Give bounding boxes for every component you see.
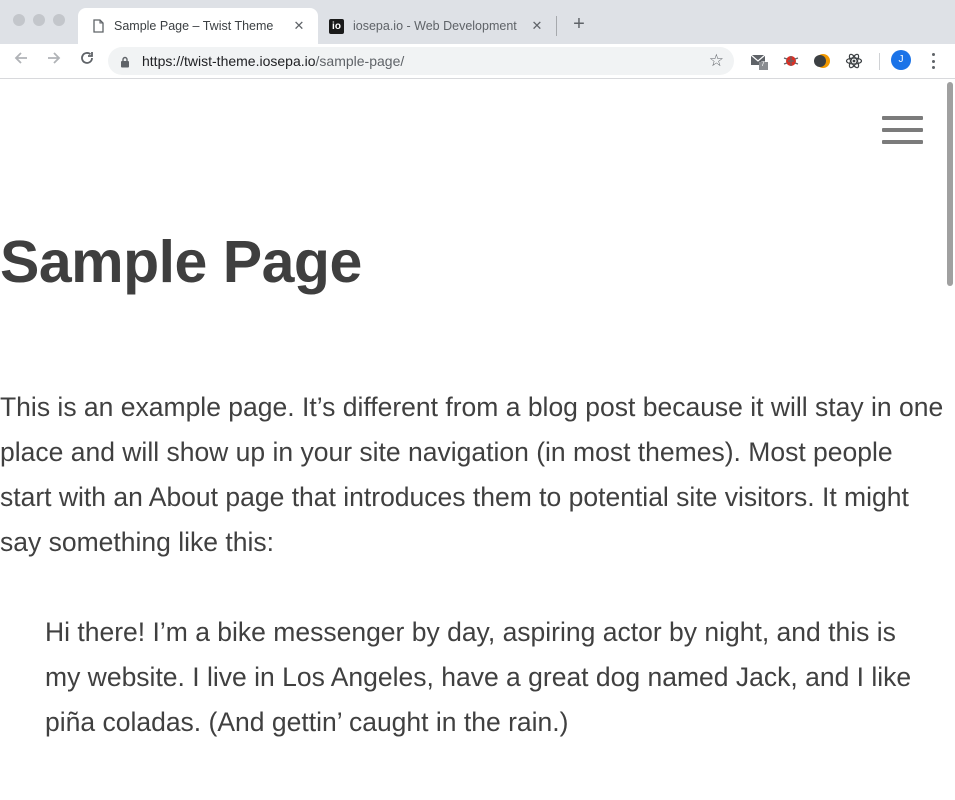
- tab-sample-page[interactable]: Sample Page – Twist Theme ✕: [78, 8, 318, 44]
- forward-arrow-icon[interactable]: [43, 50, 65, 72]
- tab-iosepa[interactable]: io iosepa.io - Web Development ✕: [320, 8, 556, 44]
- page-icon: [92, 19, 105, 34]
- url-host: https://twist-theme.iosepa.io: [142, 53, 316, 69]
- example-quote: Hi there! I’m a bike messenger by day, a…: [45, 617, 912, 737]
- back-arrow-icon[interactable]: [10, 50, 32, 72]
- window-close-button[interactable]: [13, 14, 25, 26]
- hamburger-menu-icon[interactable]: [882, 116, 923, 144]
- moon-extension-icon[interactable]: [814, 52, 832, 70]
- toolbar-divider: [879, 53, 880, 70]
- scrollbar-thumb[interactable]: [947, 82, 953, 286]
- page-title: Sample Page: [0, 229, 362, 295]
- kebab-menu-icon[interactable]: [926, 51, 940, 71]
- browser-toolbar: https://twist-theme.iosepa.io/sample-pag…: [0, 44, 955, 79]
- scrollbar[interactable]: [944, 79, 955, 800]
- tab-title: Sample Page – Twist Theme: [114, 19, 274, 33]
- tab-close-icon[interactable]: ✕: [288, 18, 310, 34]
- star-icon[interactable]: ☆: [709, 51, 724, 71]
- io-favicon: io: [329, 18, 344, 34]
- url-path: /sample-page/: [315, 53, 405, 69]
- browser-chrome: Sample Page – Twist Theme ✕ io iosepa.io…: [0, 0, 955, 79]
- url-text: https://twist-theme.iosepa.io/sample-pag…: [142, 53, 404, 69]
- page-viewport: Sample Page This is an example page. It’…: [0, 79, 955, 800]
- mail-badge: 7: [761, 61, 765, 68]
- window-maximize-button[interactable]: [53, 14, 65, 26]
- react-extension-icon[interactable]: [845, 52, 863, 70]
- tab-divider: [556, 16, 557, 36]
- profile-avatar[interactable]: J: [891, 50, 911, 70]
- mail-extension-icon[interactable]: 7: [750, 52, 768, 70]
- new-tab-button[interactable]: +: [569, 14, 589, 36]
- tab-strip: Sample Page – Twist Theme ✕ io iosepa.io…: [0, 0, 955, 44]
- window-minimize-button[interactable]: [33, 14, 45, 26]
- tab-close-icon[interactable]: ✕: [526, 18, 548, 34]
- lock-icon: [120, 55, 130, 73]
- reload-icon[interactable]: [76, 50, 98, 72]
- tab-title: iosepa.io - Web Development: [353, 19, 517, 33]
- intro-paragraph: This is an example page. It’s different …: [0, 392, 944, 557]
- address-bar[interactable]: https://twist-theme.iosepa.io/sample-pag…: [108, 47, 734, 75]
- bug-extension-icon[interactable]: [782, 52, 800, 70]
